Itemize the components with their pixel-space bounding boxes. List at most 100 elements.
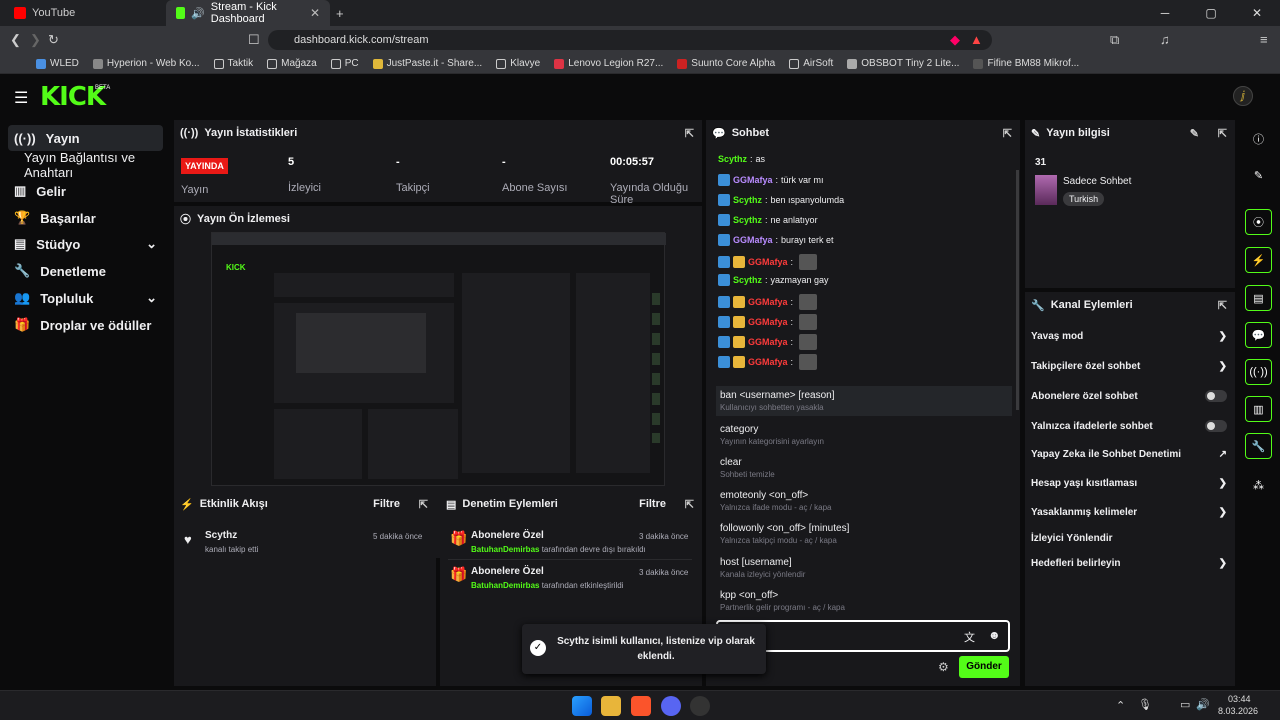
wrench-rail-icon[interactable]: 🔧 (1245, 433, 1272, 459)
command-clear[interactable]: clear Sohbeti temizle (720, 457, 775, 479)
chat-username[interactable]: GGMafya (748, 297, 788, 307)
obs-icon[interactable] (690, 696, 710, 716)
command-category[interactable]: category Yayının kategorisini ayarlayın (720, 424, 824, 446)
new-tab-button[interactable]: + (336, 6, 344, 21)
hamburger-menu-icon[interactable]: ☰ (14, 88, 28, 108)
brave-rewards-icon[interactable]: ▲ (970, 32, 983, 47)
chat-username[interactable]: GGMafya (748, 357, 788, 367)
discord-icon[interactable] (661, 696, 681, 716)
bookmark-item[interactable]: Hyperion - Web Ko... (92, 58, 200, 69)
translate-icon[interactable]: 文 (964, 629, 975, 645)
popout-icon[interactable]: ⇱ (1003, 127, 1012, 140)
minimize-button[interactable]: ─ (1142, 0, 1188, 26)
back-icon[interactable]: ❮ (10, 32, 21, 48)
url-field[interactable]: dashboard.kick.com/stream (268, 30, 992, 50)
action-host[interactable]: İzleyici Yönlendir (1031, 533, 1227, 544)
tab-kick-dashboard[interactable]: 🔊 Stream - Kick Dashboard ✕ (166, 0, 330, 26)
avatar[interactable]: ⅉ (1233, 86, 1253, 106)
send-button[interactable]: Gönder (959, 656, 1009, 678)
stream-preview-video[interactable]: KICK (211, 232, 666, 486)
chat-settings-icon[interactable]: ⚙ (938, 660, 949, 674)
windows-start-icon[interactable] (572, 696, 592, 716)
popout-icon[interactable]: ⇱ (685, 127, 694, 140)
command-kpp[interactable]: kpp <on_off> Partnerlik gelir programı - … (720, 590, 845, 612)
bookmark-item[interactable]: Taktik (213, 58, 253, 69)
chat-username[interactable]: GGMafya (733, 175, 773, 185)
brave-shield-icon[interactable]: ◆ (950, 32, 960, 48)
close-window-button[interactable]: ✕ (1234, 0, 1280, 26)
bookmark-item[interactable]: Lenovo Legion R27... (554, 58, 663, 69)
sidebar-item-droplar[interactable]: 🎁 Droplar ve ödüller (8, 312, 163, 338)
bookmark-item[interactable]: WLED (36, 58, 79, 69)
bookmark-item[interactable]: JustPaste.it - Share... (372, 58, 482, 69)
brave-browser-icon[interactable] (631, 696, 651, 716)
close-tab-icon[interactable]: ✕ (310, 6, 320, 20)
bookmark-item[interactable]: OBSBOT Tiny 2 Lite... (847, 58, 959, 69)
popout-icon[interactable]: ⇱ (1218, 127, 1227, 140)
filter-button[interactable]: Filtre (373, 498, 400, 510)
file-explorer-icon[interactable] (601, 696, 621, 716)
camera-rail-icon[interactable]: ⦿ (1245, 209, 1272, 235)
bookmark-item[interactable]: Suunto Core Alpha (677, 58, 775, 69)
chat-username[interactable]: Scythz (733, 195, 762, 205)
action-sub-only[interactable]: Abonelere özel sohbet (1031, 390, 1227, 402)
chat-username[interactable]: GGMafya (748, 337, 788, 347)
microphone-icon[interactable]: 🎙 (1138, 698, 1152, 711)
bookmark-item[interactable]: PC (330, 58, 359, 69)
sidebar-item-topluluk[interactable]: 👥 Topluluk ⌄ (8, 285, 163, 311)
tray-chevron-icon[interactable]: ⌃ (1116, 699, 1125, 712)
filter-button[interactable]: Filtre (639, 498, 666, 510)
sidebar-item-studyo[interactable]: ▤ Stüdyo ⌄ (8, 231, 163, 257)
emote-only-toggle[interactable] (1205, 420, 1227, 432)
network-icon[interactable]: ▭ (1180, 698, 1190, 711)
clock-time[interactable]: 03:44 (1228, 694, 1251, 704)
broadcast-rail-icon[interactable]: ((·)) (1245, 359, 1272, 385)
music-icon[interactable]: ♫ (1160, 32, 1170, 47)
command-ban[interactable]: ban <username> [reason] Kullanıcıyı sohbe… (720, 390, 835, 412)
chat-username[interactable]: GGMafya (748, 317, 788, 327)
popout-icon[interactable]: ⇱ (419, 498, 428, 511)
layout-rail-icon[interactable]: ▥ (1245, 396, 1272, 422)
chat-username[interactable]: GGMafya (733, 235, 773, 245)
chat-username[interactable]: Scythz (718, 154, 747, 164)
sidebar-item-denetleme[interactable]: 🔧 Denetleme (8, 258, 163, 284)
bookmark-icon[interactable]: ☐ (248, 32, 260, 48)
action-emote-only[interactable]: Yalnızca ifadelerle sohbet (1031, 420, 1227, 432)
sidebar-item-stream-key[interactable]: Yayın Bağlantısı ve Anahtarı (18, 150, 178, 180)
edit-pen-icon[interactable]: ✎ (1245, 162, 1272, 188)
bookmark-item[interactable]: Fifine BM88 Mikrof... (973, 58, 1079, 69)
command-host[interactable]: host [username] Kanala izleyici yönlendir (720, 557, 805, 579)
maximize-button[interactable]: ▢ (1188, 0, 1234, 26)
bookmark-item[interactable]: AirSoft (789, 58, 833, 69)
bookmark-item[interactable]: Klavye (496, 58, 540, 69)
command-followonly[interactable]: followonly <on_off> [minutes] Yalnızca ta… (720, 523, 849, 545)
action-banned-words[interactable]: Yasaklanmış kelimeler ❯ (1031, 507, 1227, 518)
chat-rail-icon[interactable]: 💬 (1245, 322, 1272, 348)
reload-icon[interactable]: ↻ (48, 32, 59, 48)
action-account-age[interactable]: Hesap yaşı kısıtlaması ❯ (1031, 478, 1227, 489)
tab-youtube[interactable]: YouTube (4, 0, 164, 26)
action-follower-only[interactable]: Takipçilere özel sohbet ❯ (1031, 361, 1227, 372)
info-icon[interactable]: ⓘ (1245, 126, 1272, 152)
extensions-icon[interactable]: ⧉ (1110, 32, 1119, 48)
clock-date[interactable]: 8.03.2026 (1218, 706, 1258, 716)
lightning-rail-icon[interactable]: ⚡ (1245, 247, 1272, 273)
action-ai-moderation[interactable]: Yapay Zeka ile Sohbet Denetimi ↗ (1031, 449, 1227, 460)
category-thumbnail[interactable] (1035, 175, 1057, 205)
sidebar-item-yayin[interactable]: ((·)) Yayın (8, 125, 163, 151)
sidebar-item-basarilar[interactable]: 🏆 Başarılar (8, 205, 163, 231)
popout-icon[interactable]: ⇱ (1218, 299, 1227, 312)
popout-icon[interactable]: ⇱ (685, 498, 694, 511)
shapes-icon[interactable]: ⁂ (1245, 472, 1272, 498)
clipboard-rail-icon[interactable]: ▤ (1245, 285, 1272, 311)
emoji-icon[interactable]: ☻ (988, 628, 1001, 642)
chat-username[interactable]: GGMafya (748, 257, 788, 267)
action-slow-mode[interactable]: Yavaş mod ❯ (1031, 331, 1227, 342)
chat-username[interactable]: Scythz (733, 215, 762, 225)
sub-only-toggle[interactable] (1205, 390, 1227, 402)
forward-icon[interactable]: ❯ (30, 32, 41, 48)
action-goals[interactable]: Hedefleri belirleyin ❯ (1031, 558, 1227, 569)
menu-icon[interactable]: ≡ (1260, 32, 1268, 47)
edit-icon[interactable]: ✎ (1190, 127, 1199, 140)
command-emoteonly[interactable]: emoteonly <on_off> Yalnızca ifade modu - … (720, 490, 831, 512)
